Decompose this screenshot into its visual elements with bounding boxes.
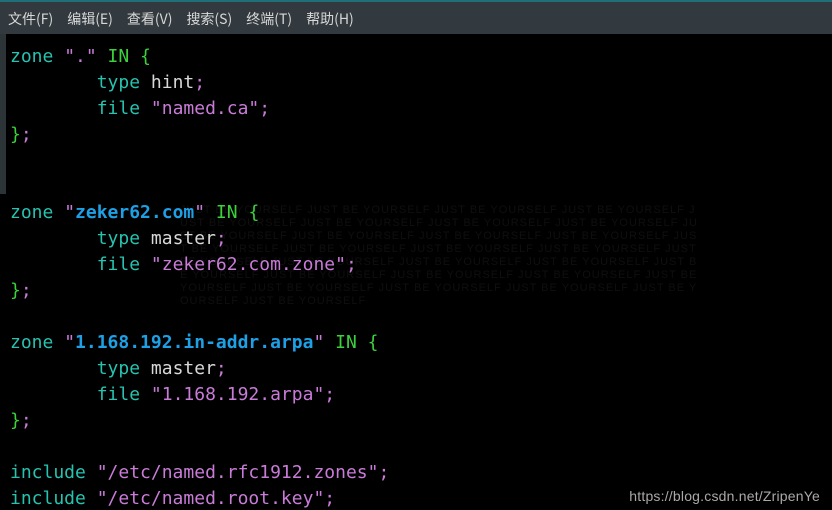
- type-hint: hint: [151, 72, 194, 93]
- file-reverse-arpa: "1.168.192.arpa": [151, 384, 324, 405]
- kw-in: IN: [97, 46, 140, 67]
- menu-edit[interactable]: 编辑(E): [67, 9, 113, 29]
- type-master: master: [151, 228, 216, 249]
- kw-include: include: [10, 462, 97, 483]
- indent: [10, 228, 97, 249]
- brace-open: {: [140, 46, 151, 67]
- brace-open: {: [248, 202, 259, 223]
- editor-window: 文件(F) 编辑(E) 查看(V) 搜索(S) 终端(T) 帮助(H) JUST…: [0, 0, 832, 510]
- kw-zone: zone: [10, 332, 64, 353]
- type-master: master: [151, 358, 216, 379]
- indent: [10, 358, 97, 379]
- indent: [10, 98, 97, 119]
- semicolon: ;: [21, 410, 32, 431]
- quote: ": [313, 332, 324, 353]
- semicolon: ;: [378, 462, 389, 483]
- file-named-ca: "named.ca": [151, 98, 259, 119]
- indent: [10, 384, 97, 405]
- semicolon: ;: [21, 280, 32, 301]
- watermark-text: https://blog.csdn.net/ZripenYe: [629, 488, 820, 504]
- zone-zeker62: zeker62.com: [75, 202, 194, 223]
- kw-type: type: [97, 228, 151, 249]
- scrollbar-gutter[interactable]: [0, 34, 6, 194]
- kw-include: include: [10, 488, 97, 509]
- kw-file: file: [97, 98, 151, 119]
- menu-view[interactable]: 查看(V): [127, 9, 173, 29]
- zone-reverse: 1.168.192.in-addr.arpa: [75, 332, 313, 353]
- kw-file: file: [97, 384, 151, 405]
- zone-root-name: ".": [64, 46, 97, 67]
- semicolon: ;: [216, 358, 227, 379]
- brace-open: {: [368, 332, 379, 353]
- include-root-key: "/etc/named.root.key": [97, 488, 325, 509]
- semicolon: ;: [194, 72, 205, 93]
- kw-zone: zone: [10, 202, 64, 223]
- quote: ": [194, 202, 205, 223]
- menu-terminal[interactable]: 终端(T): [246, 9, 292, 29]
- menu-bar: 文件(F) 编辑(E) 查看(V) 搜索(S) 终端(T) 帮助(H): [0, 0, 832, 36]
- menu-file[interactable]: 文件(F): [8, 9, 53, 29]
- quote: ": [64, 332, 75, 353]
- file-zeker62-zone: "zeker62.com.zone": [151, 254, 346, 275]
- editor-area[interactable]: JUST BE YOURSELF JUST BE YOURSELF JUST B…: [0, 34, 832, 510]
- brace-close: }: [10, 124, 21, 145]
- quote: ": [64, 202, 75, 223]
- include-rfc1912: "/etc/named.rfc1912.zones": [97, 462, 379, 483]
- semicolon: ;: [324, 384, 335, 405]
- kw-zone: zone: [10, 46, 64, 67]
- kw-in: IN: [324, 332, 367, 353]
- kw-in: IN: [205, 202, 248, 223]
- indent: [10, 72, 97, 93]
- kw-file: file: [97, 254, 151, 275]
- semicolon: ;: [259, 98, 270, 119]
- semicolon: ;: [324, 488, 335, 509]
- semicolon: ;: [216, 228, 227, 249]
- brace-close: }: [10, 410, 21, 431]
- indent: [10, 254, 97, 275]
- semicolon: ;: [346, 254, 357, 275]
- kw-type: type: [97, 72, 151, 93]
- semicolon: ;: [21, 124, 32, 145]
- menu-help[interactable]: 帮助(H): [306, 9, 354, 29]
- code-content: zone "." IN { type hint; file "named.ca"…: [10, 44, 826, 510]
- brace-close: }: [10, 280, 21, 301]
- menu-search[interactable]: 搜索(S): [186, 9, 232, 29]
- kw-type: type: [97, 358, 151, 379]
